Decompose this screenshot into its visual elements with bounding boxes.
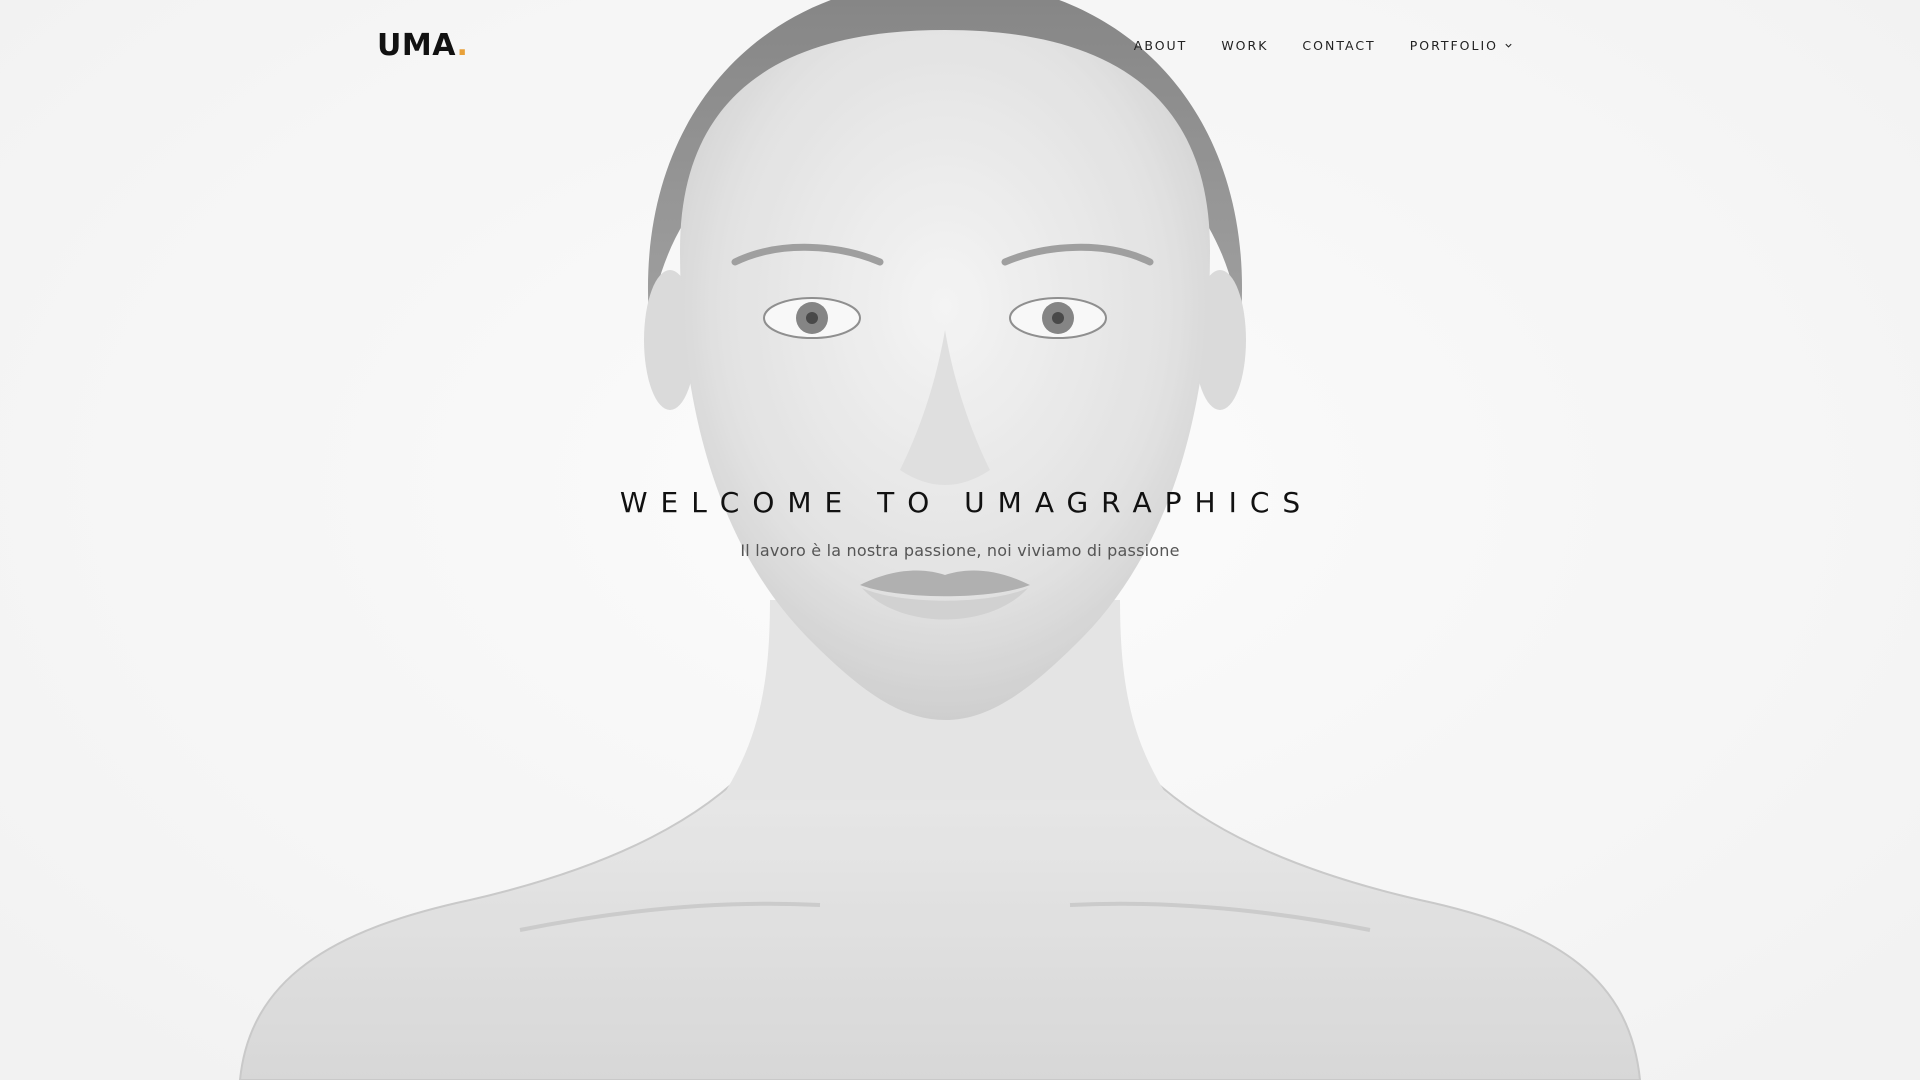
site-header: UMA. ABOUT WORK CONTACT PORTFOLIO <box>0 0 1920 96</box>
landing-page: UMA. ABOUT WORK CONTACT PORTFOLIO WELCOM… <box>0 0 1920 1080</box>
main-nav: ABOUT WORK CONTACT PORTFOLIO <box>1134 38 1513 53</box>
hero-section: WELCOME TO UMAGRAPHICS Il lavoro è la no… <box>0 486 1920 560</box>
nav-contact[interactable]: CONTACT <box>1302 38 1375 53</box>
nav-work[interactable]: WORK <box>1221 38 1268 53</box>
nav-portfolio-label: PORTFOLIO <box>1409 38 1498 53</box>
nav-work-label: WORK <box>1221 38 1269 53</box>
hero-subtitle: Il lavoro è la nostra passione, noi vivi… <box>740 541 1180 560</box>
nav-about-label: ABOUT <box>1133 38 1188 53</box>
chevron-down-icon <box>1505 43 1512 48</box>
hero-title: WELCOME TO UMAGRAPHICS <box>619 486 1314 519</box>
nav-about[interactable]: ABOUT <box>1134 38 1188 53</box>
site-logo[interactable]: UMA. <box>377 28 468 63</box>
logo-text: UMA <box>377 28 457 63</box>
logo-dot: . <box>456 28 469 63</box>
nav-contact-label: CONTACT <box>1302 38 1376 53</box>
nav-portfolio[interactable]: PORTFOLIO <box>1410 38 1513 53</box>
